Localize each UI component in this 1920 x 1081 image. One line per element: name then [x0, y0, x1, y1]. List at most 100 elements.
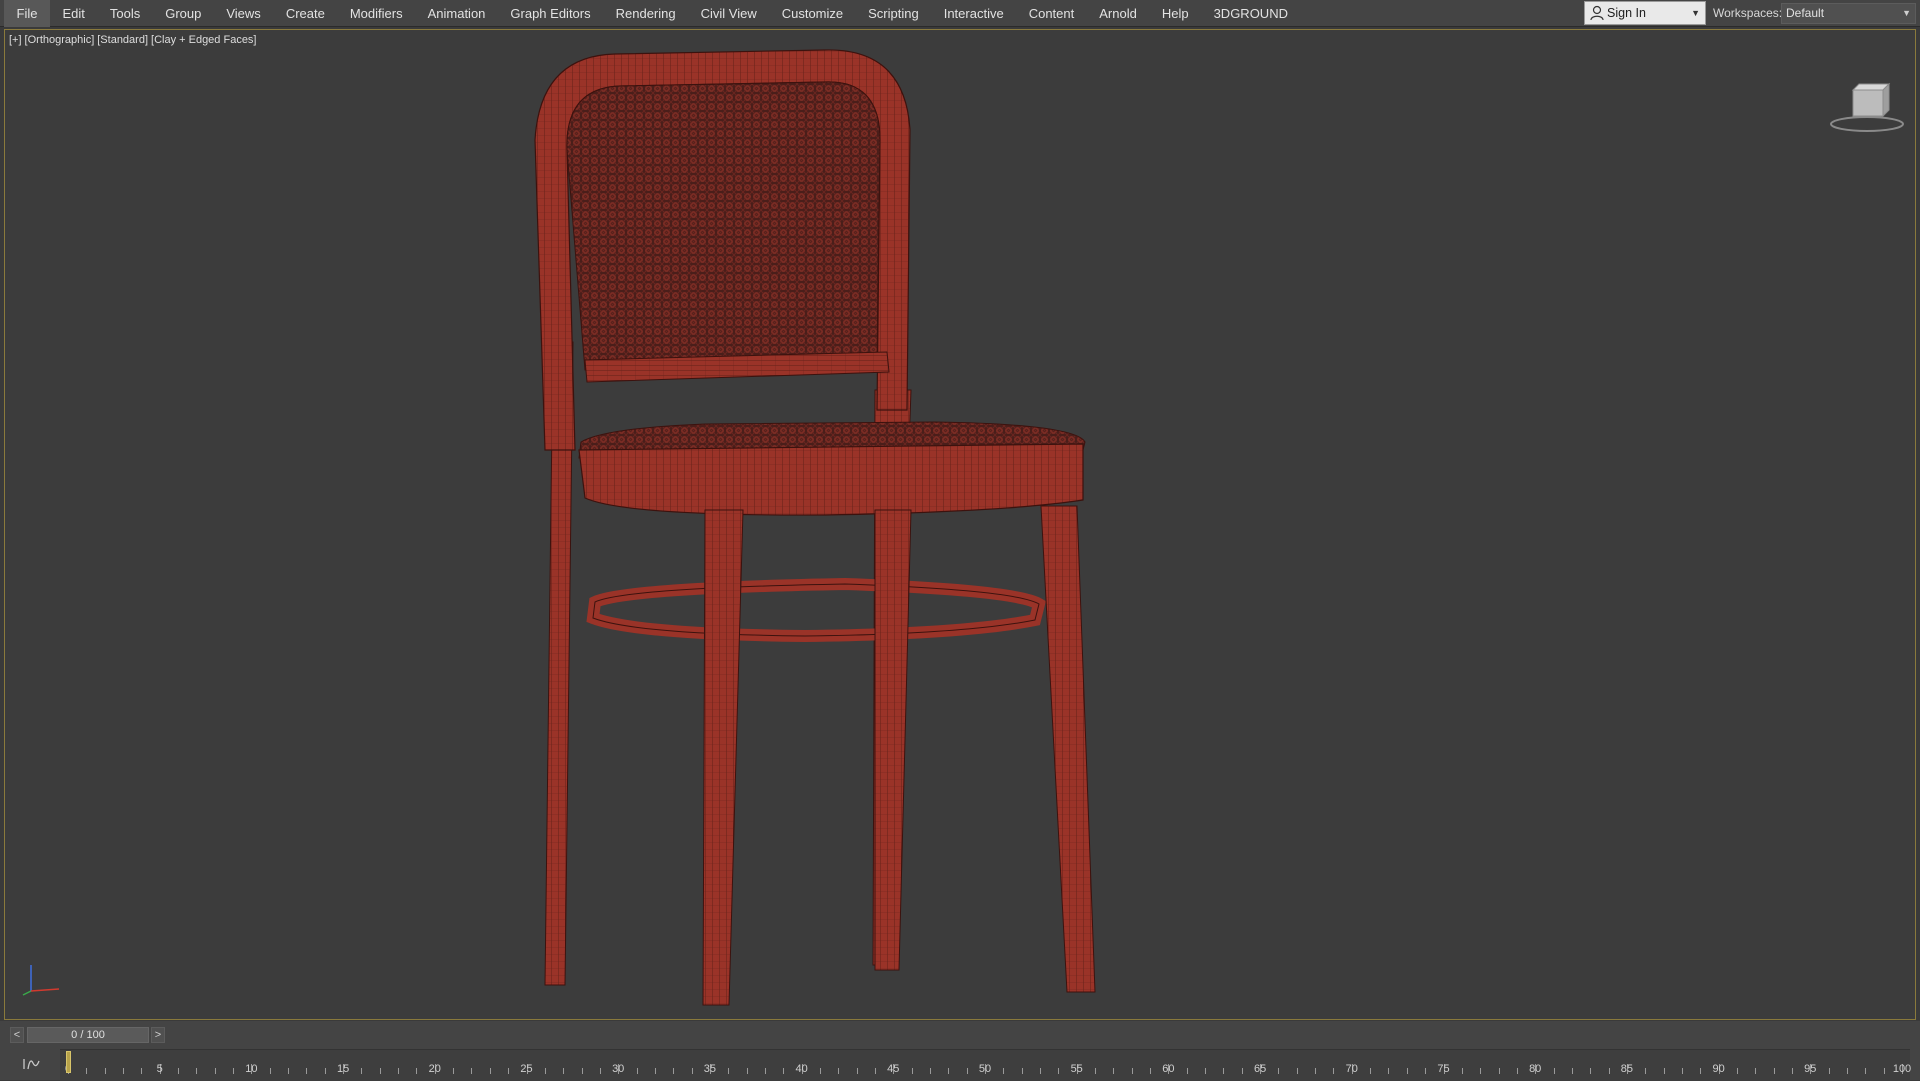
- timeline-tick: [269, 1068, 271, 1074]
- timeline-tick: [1296, 1068, 1298, 1074]
- menu-graph-editors[interactable]: Graph Editors: [498, 0, 603, 27]
- timeline-tick: [104, 1068, 106, 1074]
- timeline-tick: [783, 1068, 785, 1074]
- timeline-tick: [911, 1068, 913, 1074]
- timeline-tick-label: 65: [1253, 1063, 1267, 1075]
- timeline-tick-label: 70: [1345, 1063, 1358, 1075]
- timeline-tick: [361, 1068, 363, 1074]
- timeline-tick: [1755, 1068, 1757, 1074]
- timeline-tick: [1516, 1068, 1518, 1074]
- menu-group[interactable]: Group: [153, 0, 214, 27]
- menu-scripting[interactable]: Scripting: [856, 0, 932, 27]
- timeline-tick: [1370, 1068, 1372, 1074]
- timeline-tick: [544, 1068, 546, 1074]
- timeline-tick-label: 30: [612, 1063, 625, 1075]
- menu-content[interactable]: Content: [1016, 0, 1087, 27]
- timeline-tick: [599, 1068, 601, 1074]
- workspace-select[interactable]: Default ▼: [1781, 3, 1916, 24]
- menu-edit[interactable]: Edit: [50, 0, 97, 27]
- timeline-tick-label: 20: [428, 1063, 441, 1075]
- menu-views[interactable]: Views: [214, 0, 273, 27]
- timeline-tick: [1865, 1068, 1867, 1074]
- sign-in-label: Sign In: [1607, 6, 1646, 20]
- chair-model[interactable]: [5, 30, 1915, 1019]
- timeline-tick: [819, 1068, 821, 1074]
- timeline-tick: [471, 1068, 473, 1074]
- timeline-tick-label: 80: [1529, 1063, 1542, 1075]
- timeline-tick-label: 45: [887, 1063, 900, 1075]
- timeline-tick: [673, 1068, 675, 1074]
- timeline-tick: [196, 1068, 198, 1074]
- menu-interactive[interactable]: Interactive: [931, 0, 1016, 27]
- timeline-ruler[interactable]: 0510152025303540455055606570758085909510…: [60, 1049, 1912, 1081]
- timeline-tick: [581, 1068, 583, 1074]
- timeline-tick: [1425, 1068, 1427, 1074]
- menu-items: File Edit Tools Group Views Create Modifiers An…: [4, 0, 1300, 27]
- timeline-tick: [379, 1068, 381, 1074]
- timeline-tick: [1553, 1068, 1555, 1074]
- previous-frame-button[interactable]: <: [10, 1027, 24, 1043]
- viewcube-icon[interactable]: [1827, 68, 1907, 148]
- timeline-tick: [1461, 1068, 1463, 1074]
- timeline-tick-label: 75: [1437, 1063, 1450, 1075]
- timeline-tick: [1333, 1068, 1335, 1074]
- timeline-tick: [1113, 1068, 1115, 1074]
- timeline-tick: [1021, 1068, 1023, 1074]
- menu-tools[interactable]: Tools: [97, 0, 152, 27]
- timeline-tick: [1241, 1068, 1243, 1074]
- timeline-tick: [1480, 1068, 1482, 1074]
- timeline-tick: [1883, 1068, 1885, 1074]
- timeline-tick: [1736, 1068, 1738, 1074]
- middle-back-leg: [874, 509, 912, 971]
- timeline-tick: [1150, 1068, 1152, 1074]
- front-right-leg: [1040, 505, 1096, 993]
- menu-customize[interactable]: Customize: [769, 0, 855, 27]
- timeline-tick: [929, 1068, 931, 1074]
- menu-modifiers[interactable]: Modifiers: [337, 0, 415, 27]
- menu-help[interactable]: Help: [1149, 0, 1201, 27]
- timeline-tick-label: 40: [795, 1063, 808, 1075]
- timeline-tick-label: 95: [1804, 1063, 1817, 1075]
- workspace-value: Default: [1786, 6, 1825, 20]
- sign-in-dropdown[interactable]: Sign In ▼: [1584, 1, 1706, 25]
- timeline-tick-label: 35: [703, 1063, 717, 1075]
- menu-bar: File Edit Tools Group Views Create Modifiers An…: [0, 0, 1920, 27]
- timeline-tick: [1681, 1068, 1683, 1074]
- menu-civil-view[interactable]: Civil View: [688, 0, 769, 27]
- timeline-tick-label: 5: [156, 1063, 163, 1075]
- timeline-tick: [1791, 1068, 1793, 1074]
- timeline-tick: [324, 1068, 326, 1074]
- curve-editor-icon[interactable]: [22, 1055, 42, 1071]
- perspective-viewport[interactable]: [+] [Orthographic] [Standard] [Clay + Edged…: [4, 29, 1916, 1020]
- timeline-tick: [1040, 1068, 1042, 1074]
- next-frame-button[interactable]: >: [151, 1027, 165, 1043]
- timeline-tick: [141, 1068, 143, 1074]
- timeline-tick-label: 85: [1620, 1063, 1634, 1075]
- timeline-tick: [1131, 1068, 1133, 1074]
- menu-3dground[interactable]: 3DGROUND: [1201, 0, 1300, 27]
- timeline-tick: [563, 1068, 565, 1074]
- time-slider[interactable]: 0 / 100: [27, 1027, 149, 1043]
- timeline-tick: [306, 1068, 308, 1074]
- timeline-tick: [416, 1068, 418, 1074]
- timeline-tick: [489, 1068, 491, 1074]
- timeline-tick: [214, 1068, 216, 1074]
- timeline-tick: [1700, 1068, 1702, 1074]
- timeline-tick: [508, 1068, 510, 1074]
- menu-rendering[interactable]: Rendering: [603, 0, 688, 27]
- timeline-tick: [966, 1068, 968, 1074]
- timeline-tick: [1498, 1068, 1500, 1074]
- timeline-tick: [948, 1068, 950, 1074]
- front-left-leg: [702, 509, 744, 1006]
- timeline-tick: [691, 1068, 693, 1074]
- menu-animation[interactable]: Animation: [415, 0, 498, 27]
- timeline-tick: [1571, 1068, 1573, 1074]
- current-frame-marker[interactable]: [66, 1051, 71, 1073]
- menu-arnold[interactable]: Arnold: [1087, 0, 1150, 27]
- timeline-tick: [1645, 1068, 1647, 1074]
- timeline-tick-label: 100: [1892, 1063, 1912, 1075]
- timeline-tick: [1663, 1068, 1665, 1074]
- timeline-tick: [1205, 1068, 1207, 1074]
- menu-file[interactable]: File: [4, 0, 50, 27]
- menu-create[interactable]: Create: [273, 0, 337, 27]
